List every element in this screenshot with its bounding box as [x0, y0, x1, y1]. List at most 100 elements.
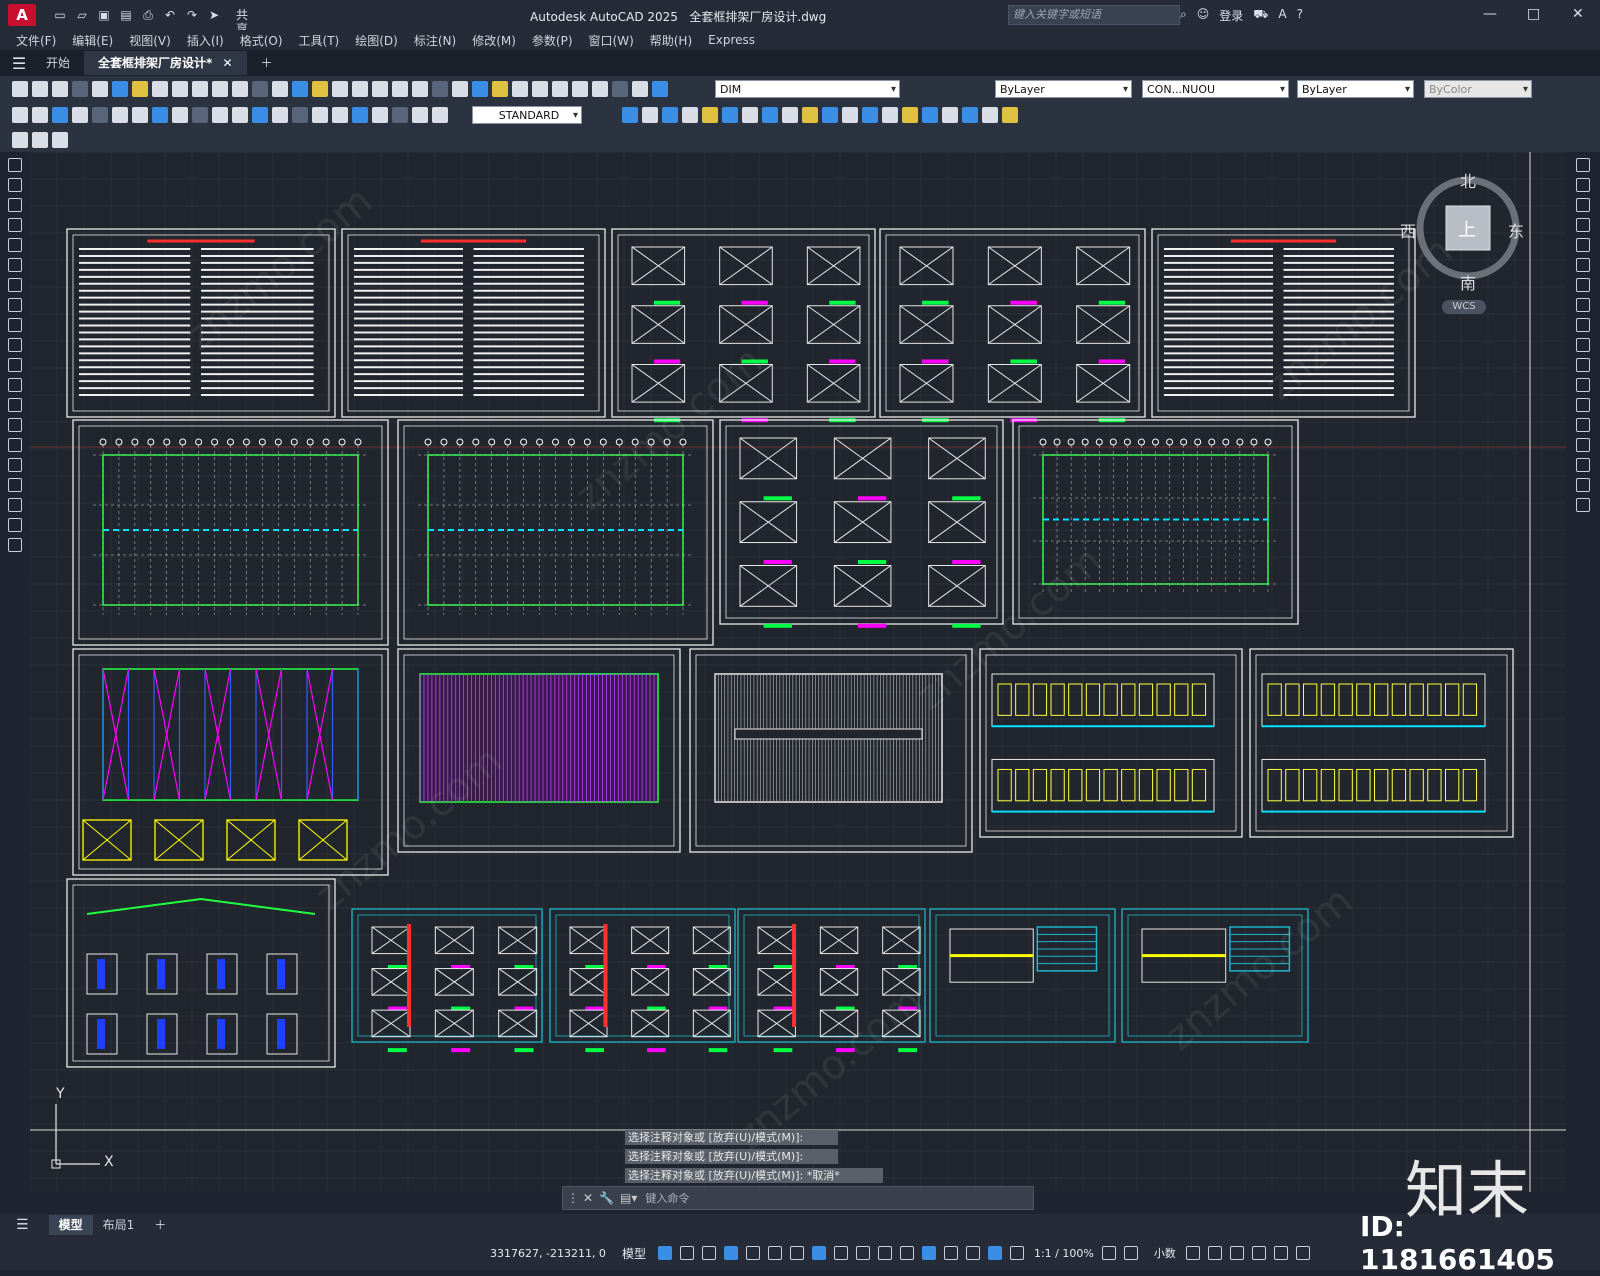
modify-icon-3[interactable] — [682, 107, 698, 123]
share-button[interactable]: 共享 — [234, 8, 250, 36]
draw-tool-icon-7[interactable] — [8, 298, 22, 312]
draw-tool-icon-5[interactable] — [8, 258, 22, 272]
modify-tool-icon-9[interactable] — [1576, 338, 1590, 352]
customize-status-icon[interactable] — [1295, 1246, 1310, 1260]
standard-icon-18[interactable] — [372, 81, 388, 97]
viewcube-south[interactable]: 南 — [1460, 270, 1476, 294]
modify-tool-icon-7[interactable] — [1576, 298, 1590, 312]
viewcube[interactable]: 北 南 东 西 上 WCS — [1400, 168, 1528, 318]
standard-icon-2[interactable] — [52, 81, 68, 97]
user-icon[interactable]: ☺ — [1197, 7, 1210, 24]
dimension-icon-2[interactable] — [52, 107, 68, 123]
grid-icon[interactable] — [657, 1246, 672, 1260]
modify-icon-12[interactable] — [862, 107, 878, 123]
tab-start[interactable]: 开始 — [32, 51, 84, 75]
close-window-button[interactable]: ✕ — [1572, 6, 1584, 22]
draw-tool-icon-19[interactable] — [8, 538, 22, 552]
menu-item-9[interactable]: 参数(P) — [532, 32, 573, 49]
minimize-button[interactable]: — — [1483, 6, 1497, 22]
coordinates-readout[interactable]: 3317627, -213211, 0 — [490, 1247, 606, 1260]
standard-icon-4[interactable] — [92, 81, 108, 97]
dimension-icon-21[interactable] — [432, 107, 448, 123]
object-snap-icon[interactable] — [833, 1246, 848, 1260]
dimension-icon-16[interactable] — [332, 107, 348, 123]
redo-icon[interactable]: ↷ — [184, 8, 200, 22]
standard-icon-24[interactable] — [492, 81, 508, 97]
dynamic-input-icon[interactable] — [723, 1246, 738, 1260]
cart-icon[interactable]: ⛟ — [1253, 7, 1268, 24]
standard-icon-12[interactable] — [252, 81, 268, 97]
plotstyle-combo[interactable]: ByColor — [1424, 80, 1532, 99]
standard-icon-17[interactable] — [352, 81, 368, 97]
menu-item-1[interactable]: 编辑(E) — [72, 32, 113, 49]
standard-icon-28[interactable] — [572, 81, 588, 97]
save-icon[interactable]: ▣ — [96, 8, 112, 22]
wcs-menu[interactable]: WCS — [1442, 300, 1486, 314]
modify-icon-8[interactable] — [782, 107, 798, 123]
modify-icon-4[interactable] — [702, 107, 718, 123]
modify-tool-icon-10[interactable] — [1576, 358, 1590, 372]
draw-tool-icon-6[interactable] — [8, 278, 22, 292]
dimension-icon-15[interactable] — [312, 107, 328, 123]
standard-icon-1[interactable] — [32, 81, 48, 97]
annotation-monitor-icon[interactable] — [1123, 1246, 1138, 1260]
linetype-combo[interactable]: CON...NUOU — [1142, 80, 1289, 99]
close-tab-icon[interactable]: ✕ — [222, 56, 232, 70]
modify-tool-icon-13[interactable] — [1576, 418, 1590, 432]
standard-icon-30[interactable] — [612, 81, 628, 97]
standard-icon-14[interactable] — [292, 81, 308, 97]
standard-icon-27[interactable] — [552, 81, 568, 97]
drawing-canvas[interactable]: znzmo.com znzmo.com znzmo.com znzmo.com znzm… — [30, 152, 1566, 1192]
modify-icon-15[interactable] — [922, 107, 938, 123]
modify-icon-0[interactable] — [622, 107, 638, 123]
menu-item-5[interactable]: 工具(T) — [299, 32, 340, 49]
units-readout[interactable]: 小数 — [1154, 1245, 1176, 1261]
standard-icon-9[interactable] — [192, 81, 208, 97]
command-input[interactable]: 键入命令 — [645, 1190, 689, 1206]
standard-icon-10[interactable] — [212, 81, 228, 97]
draw-tool-icon-13[interactable] — [8, 418, 22, 432]
tab-layout1[interactable]: 布局1 — [93, 1215, 145, 1235]
viewcube-west[interactable]: 西 — [1400, 218, 1416, 242]
object-snap-tracking-icon[interactable] — [811, 1246, 826, 1260]
command-recent-icon[interactable]: ▤▾ — [620, 1191, 637, 1205]
dimension-icon-4[interactable] — [92, 107, 108, 123]
standard-icon-19[interactable] — [392, 81, 408, 97]
draw-tool-icon-3[interactable] — [8, 218, 22, 232]
command-grip-icon[interactable]: ⋮ — [567, 1191, 579, 1205]
menu-item-11[interactable]: 帮助(H) — [650, 32, 692, 49]
dimension-icon-18[interactable] — [372, 107, 388, 123]
modify-tool-icon-4[interactable] — [1576, 238, 1590, 252]
draw-tool-icon-15[interactable] — [8, 458, 22, 472]
draw-tool-icon-14[interactable] — [8, 438, 22, 452]
login-button[interactable]: 登录 — [1219, 7, 1243, 24]
gizmo-icon[interactable] — [987, 1246, 1002, 1260]
saveas-icon[interactable]: ▤ — [118, 8, 134, 22]
modify-tool-icon-12[interactable] — [1576, 398, 1590, 412]
dimension-icon-17[interactable] — [352, 107, 368, 123]
modify-icon-6[interactable] — [742, 107, 758, 123]
dimension-icon-6[interactable] — [132, 107, 148, 123]
snap-icon[interactable] — [679, 1246, 694, 1260]
new-icon[interactable]: ▭ — [52, 8, 68, 22]
standard-icon-5[interactable] — [112, 81, 128, 97]
help-icon[interactable]: ? — [1297, 7, 1303, 24]
block-edit-icon[interactable] — [32, 132, 48, 148]
help-search-input[interactable]: 键入关键字或短语 — [1008, 5, 1180, 25]
dimension-icon-7[interactable] — [152, 107, 168, 123]
standard-icon-15[interactable] — [312, 81, 328, 97]
menu-item-12[interactable]: Express — [708, 33, 755, 47]
draw-tool-icon-18[interactable] — [8, 518, 22, 532]
plot-icon[interactable]: ⎙ — [140, 8, 156, 22]
menu-item-0[interactable]: 文件(F) — [16, 32, 56, 49]
command-close-icon[interactable]: ✕ — [583, 1191, 593, 1205]
dimension-icon-9[interactable] — [192, 107, 208, 123]
layout-menu-icon[interactable]: ☰ — [16, 1217, 29, 1233]
menu-item-6[interactable]: 绘图(D) — [355, 32, 398, 49]
draw-tool-icon-12[interactable] — [8, 398, 22, 412]
open-icon[interactable]: ▱ — [74, 8, 90, 22]
viewcube-east[interactable]: 东 — [1508, 218, 1524, 242]
graphics-performance-icon[interactable] — [1251, 1246, 1266, 1260]
isodraft-icon[interactable] — [789, 1246, 804, 1260]
modify-icon-17[interactable] — [962, 107, 978, 123]
